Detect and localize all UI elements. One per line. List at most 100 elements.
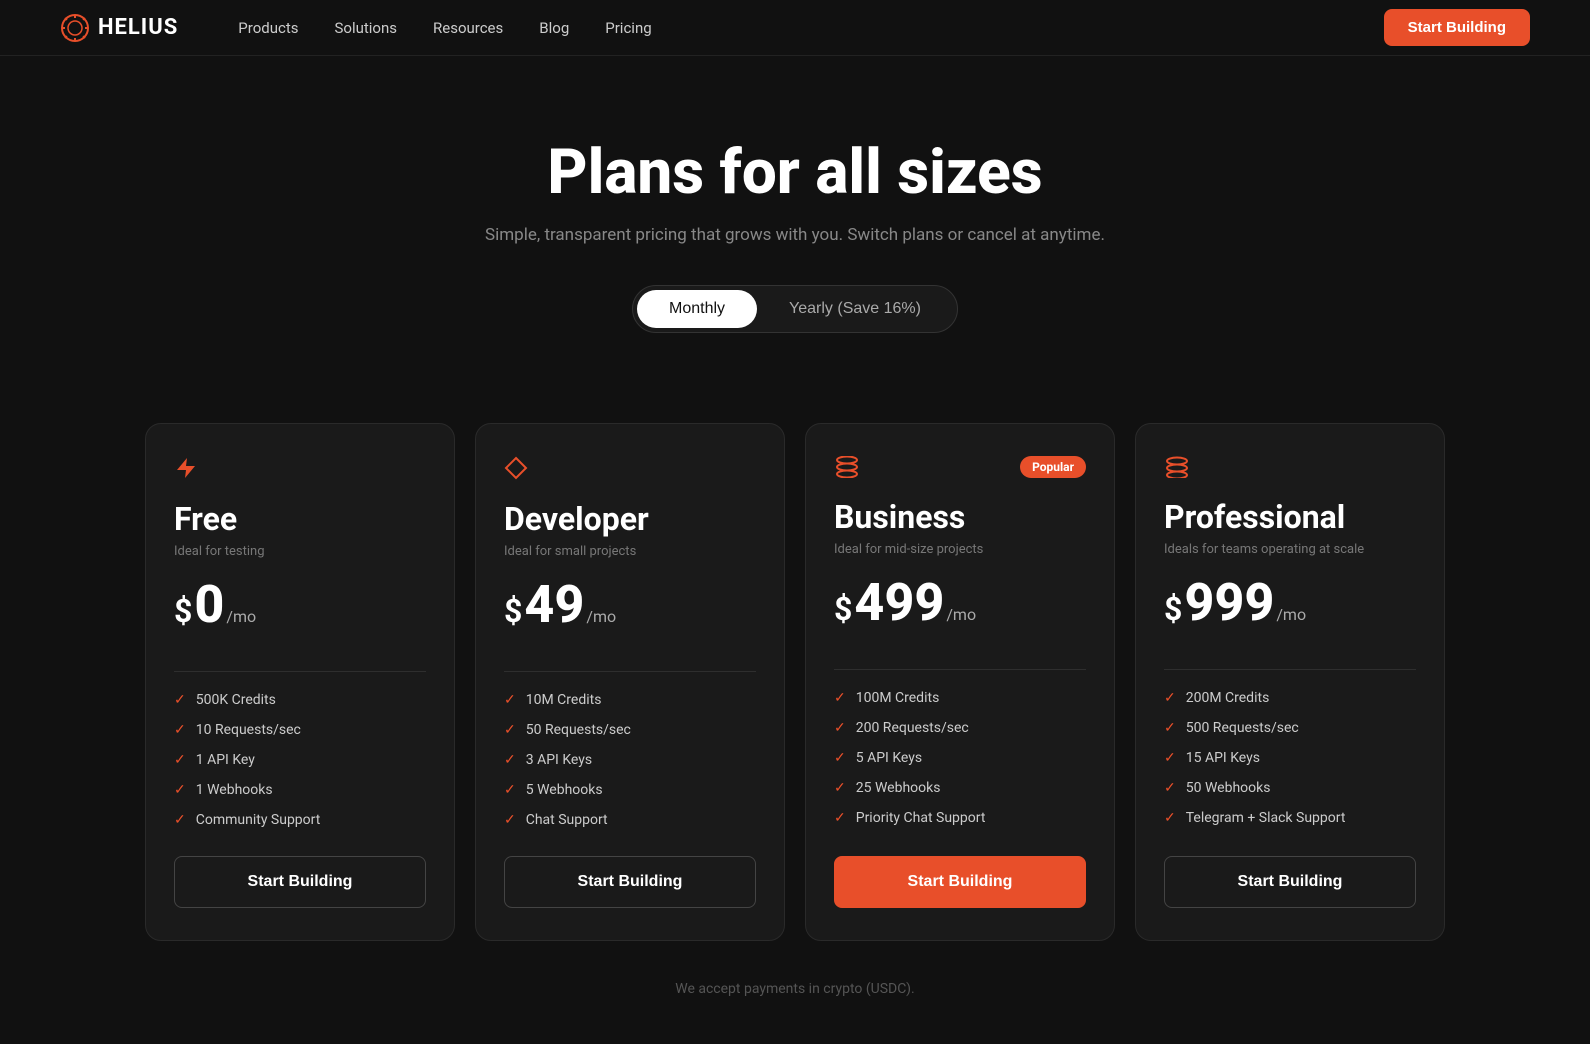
feature-label: Community Support xyxy=(196,812,321,828)
feature-label: 500K Credits xyxy=(196,692,276,708)
check-icon: ✓ xyxy=(174,812,186,828)
check-icon: ✓ xyxy=(834,750,846,766)
nav-pricing[interactable]: Pricing xyxy=(605,19,651,37)
plan-card-business: Popular Business Ideal for mid-size proj… xyxy=(805,423,1115,941)
plan-developer-title: Developer xyxy=(504,500,756,538)
plan-free-title: Free xyxy=(174,500,426,538)
feature-label: 15 API Keys xyxy=(1186,750,1260,766)
check-icon: ✓ xyxy=(174,722,186,738)
feature-label: 5 Webhooks xyxy=(526,782,603,798)
check-icon: ✓ xyxy=(834,780,846,796)
feature-label: 5 API Keys xyxy=(856,750,922,766)
feature-label: Priority Chat Support xyxy=(856,810,986,826)
plan-developer-price: $ 49 /mo xyxy=(504,579,756,631)
plan-professional-subtitle: Ideals for teams operating at scale xyxy=(1164,542,1416,557)
plan-developer-period: /mo xyxy=(586,607,616,626)
feature-item: ✓ 1 API Key xyxy=(174,752,426,768)
feature-item: ✓ 500 Requests/sec xyxy=(1164,720,1416,736)
check-icon: ✓ xyxy=(1164,750,1176,766)
plan-professional-title: Professional xyxy=(1164,498,1416,536)
pricing-cards: Free Ideal for testing $ 0 /mo ✓ 500K Cr… xyxy=(0,423,1590,981)
feature-item: ✓ 50 Requests/sec xyxy=(504,722,756,738)
yearly-toggle-button[interactable]: Yearly (Save 16%) xyxy=(757,290,953,328)
plan-developer-icon xyxy=(504,456,756,484)
plan-free-amount: 0 xyxy=(194,579,224,631)
check-icon: ✓ xyxy=(1164,810,1176,826)
plan-professional-features: ✓ 200M Credits ✓ 500 Requests/sec ✓ 15 A… xyxy=(1164,690,1416,828)
feature-item: ✓ Telegram + Slack Support xyxy=(1164,810,1416,826)
logo-icon xyxy=(60,13,90,43)
nav-products[interactable]: Products xyxy=(238,19,298,37)
feature-item: ✓ 200 Requests/sec xyxy=(834,720,1086,736)
feature-item: ✓ Chat Support xyxy=(504,812,756,828)
plan-free-symbol: $ xyxy=(174,592,192,630)
feature-item: ✓ 10M Credits xyxy=(504,692,756,708)
plan-business-symbol: $ xyxy=(834,590,852,628)
plan-professional-cta-button[interactable]: Start Building xyxy=(1164,856,1416,908)
plan-professional-price: $ 999 /mo xyxy=(1164,577,1416,629)
feature-label: 50 Webhooks xyxy=(1186,780,1271,796)
feature-item: ✓ 1 Webhooks xyxy=(174,782,426,798)
feature-label: 1 API Key xyxy=(196,752,255,768)
feature-item: ✓ 15 API Keys xyxy=(1164,750,1416,766)
plan-free-cta-button[interactable]: Start Building xyxy=(174,856,426,908)
feature-item: ✓ 200M Credits xyxy=(1164,690,1416,706)
feature-item: ✓ 5 Webhooks xyxy=(504,782,756,798)
feature-item: ✓ 50 Webhooks xyxy=(1164,780,1416,796)
feature-label: 1 Webhooks xyxy=(196,782,273,798)
plan-free-subtitle: Ideal for testing xyxy=(174,544,426,559)
logo-link[interactable]: HELIUS xyxy=(60,13,178,43)
nav-resources[interactable]: Resources xyxy=(433,19,503,37)
check-icon: ✓ xyxy=(504,812,516,828)
plan-business-title: Business xyxy=(834,498,1086,536)
feature-item: ✓ Community Support xyxy=(174,812,426,828)
footer-note: We accept payments in crypto (USDC). xyxy=(0,981,1590,1027)
nav-solutions[interactable]: Solutions xyxy=(334,19,397,37)
feature-label: 25 Webhooks xyxy=(856,780,941,796)
plan-developer-features: ✓ 10M Credits ✓ 50 Requests/sec ✓ 3 API … xyxy=(504,692,756,828)
check-icon: ✓ xyxy=(504,692,516,708)
hero-subtitle: Simple, transparent pricing that grows w… xyxy=(20,225,1570,245)
check-icon: ✓ xyxy=(504,722,516,738)
check-icon: ✓ xyxy=(504,752,516,768)
feature-label: Chat Support xyxy=(526,812,608,828)
plan-business-amount: 499 xyxy=(854,577,944,629)
feature-label: Telegram + Slack Support xyxy=(1186,810,1346,826)
hero-section: Plans for all sizes Simple, transparent … xyxy=(0,56,1590,423)
plan-card-free: Free Ideal for testing $ 0 /mo ✓ 500K Cr… xyxy=(145,423,455,941)
plan-developer-cta-button[interactable]: Start Building xyxy=(504,856,756,908)
feature-label: 200M Credits xyxy=(1186,690,1270,706)
plan-professional-amount: 999 xyxy=(1184,577,1274,629)
plan-business-period: /mo xyxy=(946,605,976,624)
nav-blog[interactable]: Blog xyxy=(539,19,569,37)
check-icon: ✓ xyxy=(834,810,846,826)
check-icon: ✓ xyxy=(504,782,516,798)
plan-free-price: $ 0 /mo xyxy=(174,579,426,631)
hero-title: Plans for all sizes xyxy=(20,136,1570,209)
feature-item: ✓ 100M Credits xyxy=(834,690,1086,706)
plan-business-subtitle: Ideal for mid-size projects xyxy=(834,542,1086,557)
monthly-toggle-button[interactable]: Monthly xyxy=(637,290,757,328)
check-icon: ✓ xyxy=(174,692,186,708)
feature-label: 3 API Keys xyxy=(526,752,592,768)
nav-cta-button[interactable]: Start Building xyxy=(1384,9,1530,46)
feature-label: 50 Requests/sec xyxy=(526,722,631,738)
plan-card-developer: Developer Ideal for small projects $ 49 … xyxy=(475,423,785,941)
check-icon: ✓ xyxy=(174,782,186,798)
plan-professional-period: /mo xyxy=(1276,605,1306,624)
feature-item: ✓ 10 Requests/sec xyxy=(174,722,426,738)
plan-business-cta-button[interactable]: Start Building xyxy=(834,856,1086,908)
popular-badge: Popular xyxy=(1020,456,1086,478)
feature-item: ✓ 500K Credits xyxy=(174,692,426,708)
feature-label: 500 Requests/sec xyxy=(1186,720,1299,736)
check-icon: ✓ xyxy=(834,720,846,736)
plan-free-period: /mo xyxy=(226,607,256,626)
plan-developer-subtitle: Ideal for small projects xyxy=(504,544,756,559)
plan-card-professional: Professional Ideals for teams operating … xyxy=(1135,423,1445,941)
plan-business-price: $ 499 /mo xyxy=(834,577,1086,629)
feature-label: 10 Requests/sec xyxy=(196,722,301,738)
plan-business-features: ✓ 100M Credits ✓ 200 Requests/sec ✓ 5 AP… xyxy=(834,690,1086,828)
plan-developer-amount: 49 xyxy=(524,579,584,631)
plan-free-features: ✓ 500K Credits ✓ 10 Requests/sec ✓ 1 API… xyxy=(174,692,426,828)
billing-toggle: Monthly Yearly (Save 16%) xyxy=(632,285,958,333)
